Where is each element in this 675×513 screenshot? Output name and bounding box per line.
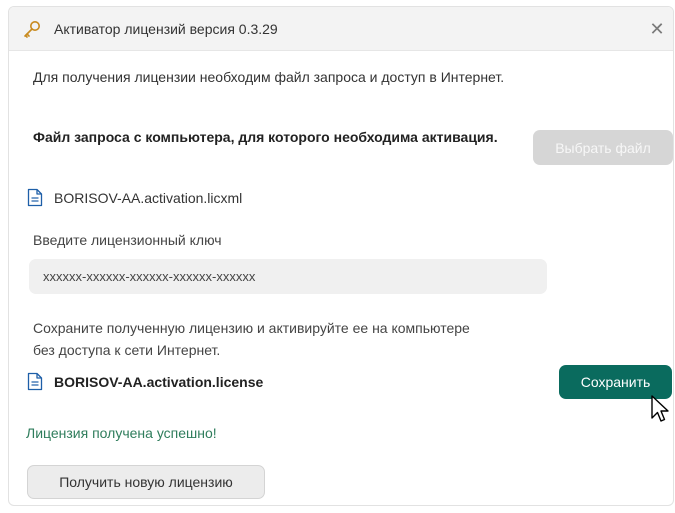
request-file-heading: Файл запроса с компьютера, для которого … [33, 129, 498, 145]
title-bar: Активатор лицензий версия 0.3.29 ✕ [9, 7, 673, 51]
window-title: Активатор лицензий версия 0.3.29 [54, 21, 278, 37]
request-file-name: BORISOV-AA.activation.licxml [54, 189, 243, 206]
get-new-license-button[interactable]: Получить новую лицензию [27, 465, 265, 499]
license-file-name: BORISOV-AA.activation.license [54, 373, 264, 390]
license-activator-window: Активатор лицензий версия 0.3.29 ✕ Для п… [8, 6, 674, 506]
intro-text: Для получения лицензии необходим файл за… [33, 69, 505, 85]
request-file-row: BORISOV-AA.activation.licxml [27, 188, 242, 207]
license-key-input[interactable] [29, 259, 547, 294]
mouse-cursor-icon [650, 394, 672, 426]
key-icon [22, 19, 42, 39]
document-icon [27, 188, 43, 207]
save-hint-text: Сохраните полученную лицензию и активиру… [33, 320, 470, 358]
license-key-label: Введите лицензионный ключ [33, 232, 222, 248]
select-file-button[interactable]: Выбрать файл [533, 130, 673, 165]
license-file-row: BORISOV-AA.activation.license [27, 372, 263, 391]
document-icon [27, 372, 43, 391]
close-button[interactable]: ✕ [647, 19, 667, 39]
success-message: Лицензия получена успешно! [26, 425, 217, 441]
